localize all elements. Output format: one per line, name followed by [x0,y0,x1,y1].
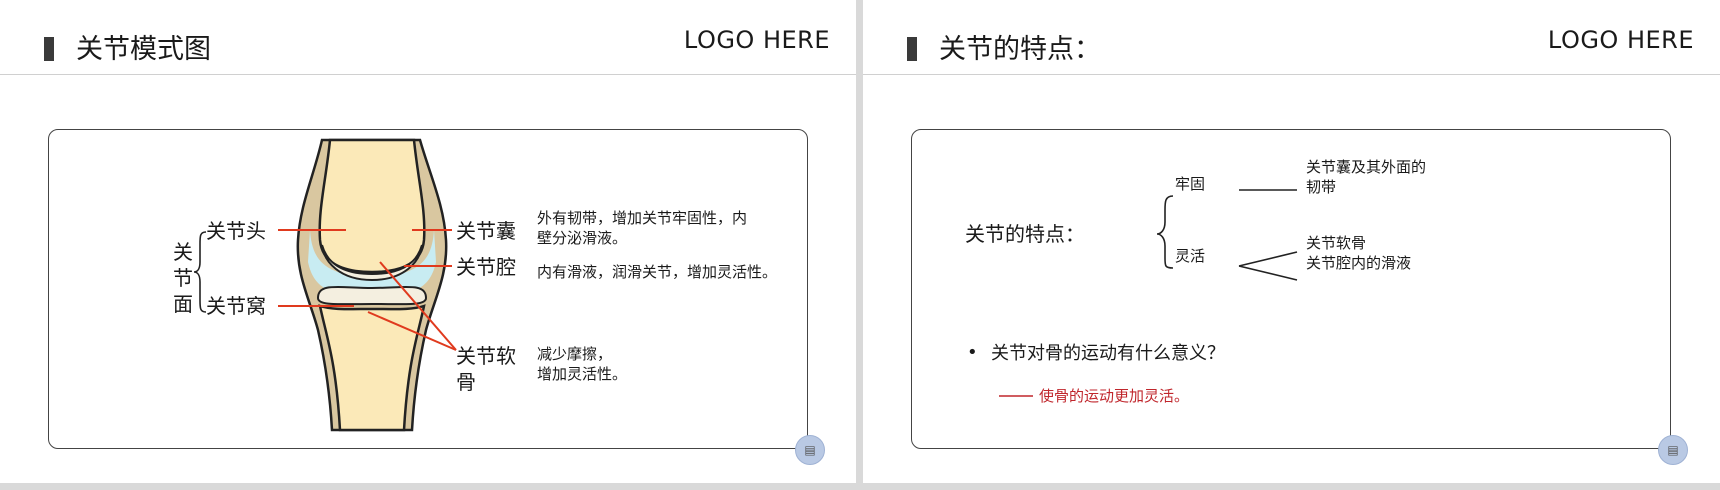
label-joint-surface-3: 面 [173,292,193,316]
desc-cartilage-2: 增加灵活性。 [537,365,628,383]
flex-detail-2: 关节腔内的滑液 [1306,254,1412,272]
desc-capsule-1: 外有韧带，增加关节牢固性，内 [537,209,748,227]
label-joint-surface-1: 关 [173,240,193,264]
desc-cavity: 内有滑液，润滑关节，增加灵活性。 [537,263,778,281]
label-cartilage-1: 关节软 [456,344,516,368]
label-joint-head: 关节头 [206,219,266,243]
answer-text: 使骨的运动更加灵活。 [1039,387,1190,405]
slide-joint-model: 关节模式图 LOGO HERE 关 节 面 关节头 关节窝 关节囊 关节腔 关节… [0,0,856,483]
flex-connector-top [1238,251,1298,267]
slide-joint-features: 关节的特点： LOGO HERE 关节的特点： 牢固 灵活 关节囊及其外面的 韧… [863,0,1720,483]
presenter-icon[interactable]: ▤ [1658,435,1688,465]
label-joint-surface-2: 节 [173,266,193,290]
firm-detail-2: 韧带 [1306,178,1337,196]
features-brace [1156,195,1174,269]
label-cavity: 关节腔 [456,255,516,279]
branch-firm: 牢固 [1175,175,1206,193]
label-joint-socket: 关节窝 [206,294,266,318]
desc-cartilage-1: 减少摩擦， [537,345,613,363]
flex-detail-1: 关节软骨 [1306,234,1367,252]
joint-diagram [193,138,457,432]
desc-capsule-2: 壁分泌滑液。 [537,229,628,247]
bullet-dot: • [967,342,978,363]
label-cartilage-2: 骨 [456,370,476,394]
firm-detail-1: 关节囊及其外面的 [1306,158,1427,176]
joint-surface-brace [193,231,207,313]
question-text: 关节对骨的运动有什么意义？ [991,343,1225,364]
label-capsule: 关节囊 [456,219,516,243]
flex-connector-bottom [1238,265,1298,281]
features-main-label: 关节的特点： [965,222,1085,246]
branch-flexible: 灵活 [1175,247,1206,265]
upper-bone-shape [318,138,426,274]
presenter-icon[interactable]: ▤ [795,435,825,465]
